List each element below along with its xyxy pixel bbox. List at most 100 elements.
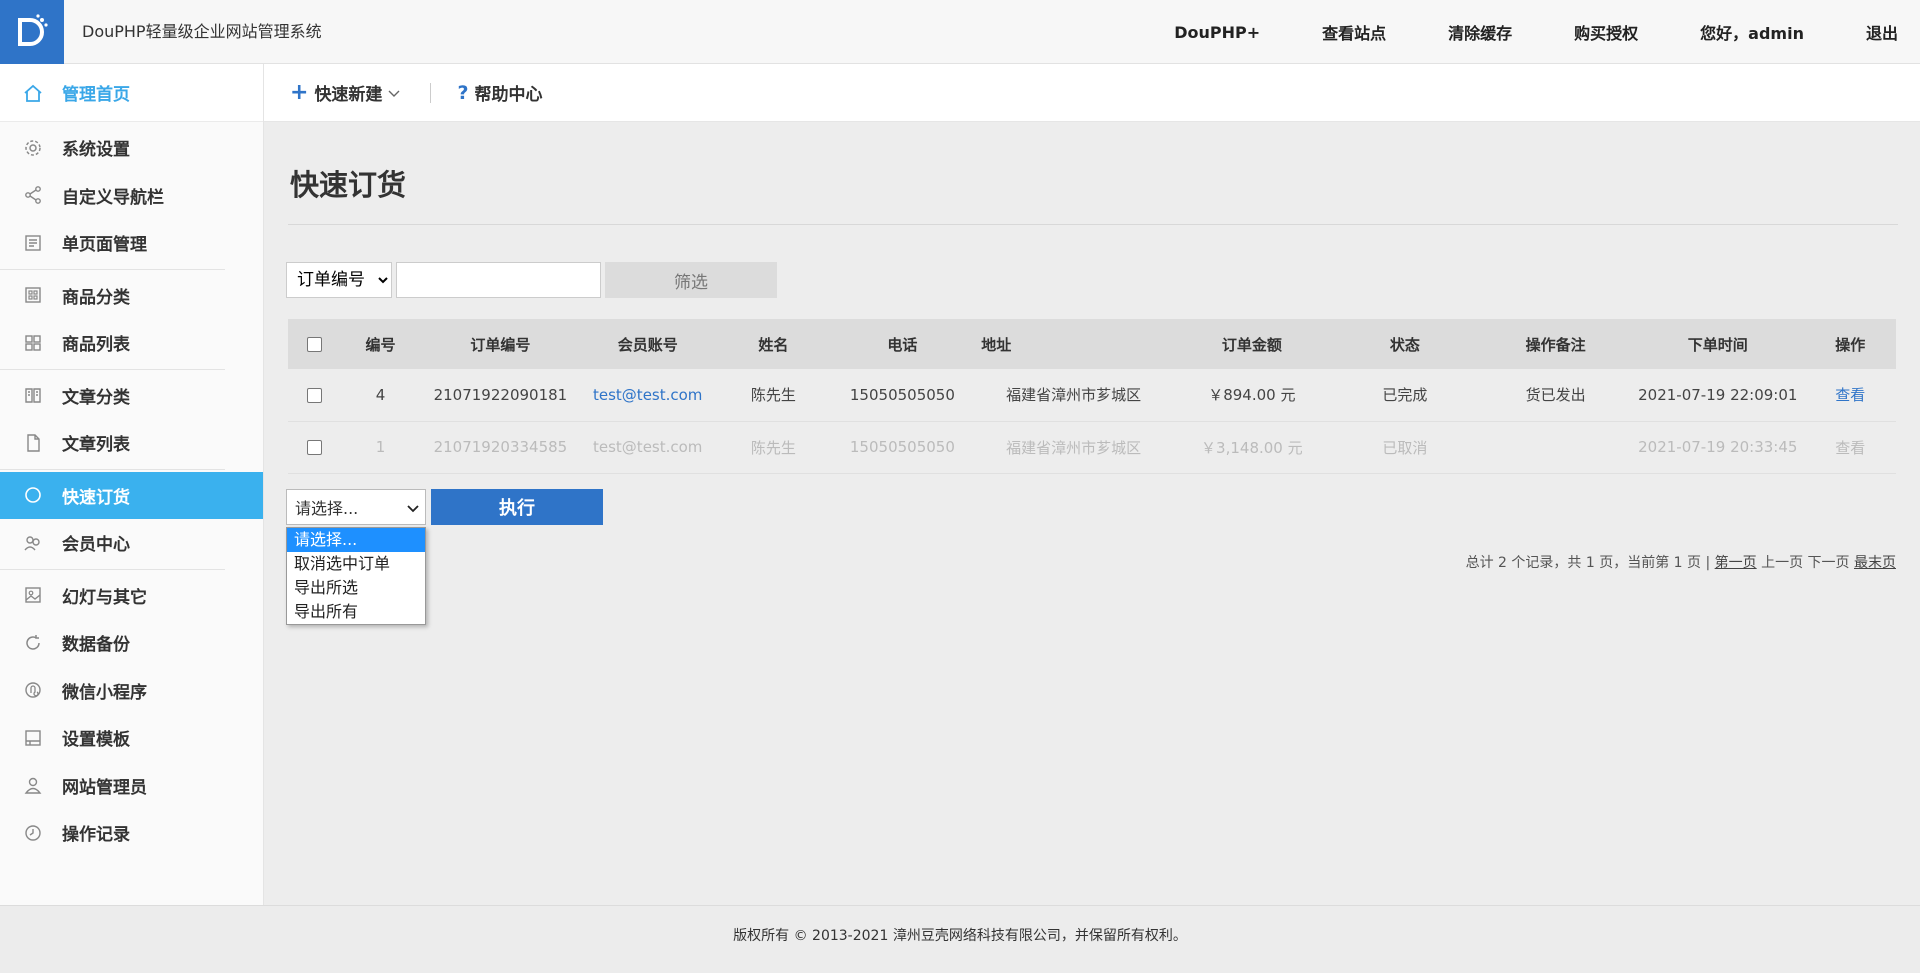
file-icon bbox=[22, 432, 44, 454]
quick-new-menu[interactable]: + 快速新建 bbox=[290, 80, 400, 105]
sidebar-item-label: 设置模板 bbox=[62, 730, 130, 751]
miniprogram-icon bbox=[22, 679, 44, 701]
sidebar-item-wechat-miniprogram[interactable]: 微信小程序 bbox=[0, 667, 225, 715]
batch-action-select[interactable]: 请选择... bbox=[286, 489, 426, 525]
filter-button[interactable]: 筛选 bbox=[605, 262, 777, 298]
template-icon bbox=[22, 727, 44, 749]
users-icon bbox=[22, 532, 44, 554]
col-amount: 订单金额 bbox=[1174, 319, 1330, 369]
cell-id: 1 bbox=[340, 421, 421, 474]
footer: 版权所有 © 2013-2021 漳州豆壳网络科技有限公司，并保留所有权利。 bbox=[0, 905, 1920, 973]
nav-douphp-plus[interactable]: DouPHP+ bbox=[1174, 23, 1260, 42]
nav-logout[interactable]: 退出 bbox=[1866, 20, 1898, 44]
cell-time: 2021-07-19 20:33:45 bbox=[1631, 421, 1805, 474]
nav-clear-cache[interactable]: 清除缓存 bbox=[1448, 20, 1512, 44]
circle-icon bbox=[22, 484, 44, 506]
cell-order-no: 21071920334585 bbox=[420, 421, 581, 474]
col-phone: 电话 bbox=[831, 319, 974, 369]
sidebar-item-article-list[interactable]: 文章列表 bbox=[0, 419, 225, 467]
row-checkbox[interactable] bbox=[306, 387, 322, 403]
cell-address: 福建省漳州市芗城区 bbox=[973, 369, 1175, 422]
table-row: 1 21071920334585 test@test.com 陈先生 15050… bbox=[288, 421, 1896, 474]
col-time: 下单时间 bbox=[1631, 319, 1805, 369]
sidebar-group-articles: 文章分类 文章列表 bbox=[0, 370, 225, 470]
select-all-checkbox[interactable] bbox=[306, 337, 322, 352]
sidebar-item-label: 操作记录 bbox=[62, 825, 130, 846]
cell-action: 查看 bbox=[1804, 369, 1896, 422]
title-divider bbox=[288, 224, 1898, 225]
col-address: 地址 bbox=[973, 319, 1175, 369]
cell-phone: 15050505050 bbox=[831, 421, 974, 474]
sidebar-item-label: 系统设置 bbox=[62, 140, 130, 161]
col-note: 操作备注 bbox=[1480, 319, 1631, 369]
cell-name: 陈先生 bbox=[715, 369, 832, 422]
cell-status: 已完成 bbox=[1329, 369, 1481, 422]
view-link[interactable]: 查看 bbox=[1835, 386, 1865, 404]
execute-button[interactable]: 执行 bbox=[431, 489, 603, 525]
batch-action-bar: 请选择... 执行 bbox=[286, 489, 603, 525]
cell-name: 陈先生 bbox=[715, 421, 832, 474]
sidebar-item-operation-log[interactable]: 操作记录 bbox=[0, 809, 225, 857]
sidebar-item-label: 数据备份 bbox=[62, 635, 130, 656]
page-title: 快速订货 bbox=[290, 168, 407, 202]
nav-buy-license[interactable]: 购买授权 bbox=[1574, 20, 1638, 44]
home-icon bbox=[22, 82, 44, 104]
dropdown-option[interactable]: 取消选中订单 bbox=[287, 552, 425, 576]
filter-keyword-input[interactable] bbox=[396, 262, 601, 298]
account-link[interactable]: test@test.com bbox=[593, 386, 702, 404]
sidebar-item-backup[interactable]: 数据备份 bbox=[0, 619, 225, 667]
pager-first-link[interactable]: 第一页 bbox=[1715, 555, 1757, 571]
help-center-link[interactable]: ? 帮助中心 bbox=[457, 80, 542, 106]
row-checkbox[interactable] bbox=[306, 440, 322, 455]
chevron-down-icon bbox=[407, 498, 419, 517]
sidebar-item-templates[interactable]: 设置模板 bbox=[0, 714, 225, 762]
sidebar-item-product-list[interactable]: 商品列表 bbox=[0, 319, 225, 367]
sidebar-item-single-page[interactable]: 单页面管理 bbox=[0, 219, 225, 267]
gear-icon bbox=[22, 137, 44, 159]
sidebar-item-quick-order[interactable]: 快速订货 bbox=[0, 471, 263, 519]
pager-last-link[interactable]: 最末页 bbox=[1854, 555, 1896, 571]
share-icon bbox=[22, 184, 44, 206]
account-link[interactable]: test@test.com bbox=[593, 438, 702, 456]
cell-note bbox=[1480, 421, 1631, 474]
sidebar-item-custom-nav[interactable]: 自定义导航栏 bbox=[0, 172, 225, 220]
cell-amount: ￥3,148.00 元 bbox=[1174, 421, 1330, 474]
sidebar-item-home[interactable]: 管理首页 bbox=[0, 64, 263, 122]
tiles-icon bbox=[22, 332, 44, 354]
sidebar-item-member-center[interactable]: 会员中心 bbox=[0, 519, 263, 567]
cell-status: 已取消 bbox=[1329, 421, 1481, 474]
sidebar-group-products: 商品分类 商品列表 bbox=[0, 270, 225, 370]
cell-address: 福建省漳州市芗城区 bbox=[973, 421, 1175, 474]
cell-account: test@test.com bbox=[580, 369, 716, 422]
row-checkbox-cell bbox=[288, 421, 341, 474]
dropdown-option[interactable]: 导出所选 bbox=[287, 576, 425, 600]
top-nav: DouPHP+ 查看站点 清除缓存 购买授权 您好，admin 退出 bbox=[1112, 0, 1898, 64]
nav-user-greeting[interactable]: 您好，admin bbox=[1700, 20, 1804, 44]
sidebar-item-site-admins[interactable]: 网站管理员 bbox=[0, 762, 225, 810]
sidebar-item-system-settings[interactable]: 系统设置 bbox=[0, 124, 225, 172]
sidebar-item-slides[interactable]: 幻灯与其它 bbox=[0, 572, 225, 620]
cell-time: 2021-07-19 22:09:01 bbox=[1631, 369, 1805, 422]
cell-phone: 15050505050 bbox=[831, 369, 974, 422]
view-link[interactable]: 查看 bbox=[1835, 439, 1865, 457]
refresh-icon bbox=[22, 632, 44, 654]
dropdown-option[interactable]: 导出所有 bbox=[287, 600, 425, 624]
app-title: DouPHP轻量级企业网站管理系统 bbox=[82, 22, 322, 41]
main-content: 快速订货 订单编号 筛选 编号 订单编号 会员账号 姓名 电话 地址 订单金额 … bbox=[264, 122, 1920, 905]
cell-note: 货已发出 bbox=[1480, 369, 1631, 422]
quick-new-label: 快速新建 bbox=[314, 85, 383, 105]
nav-view-site[interactable]: 查看站点 bbox=[1322, 20, 1386, 44]
sidebar-group-other: 幻灯与其它 数据备份 微信小程序 设置模板 网站管理员 操作记录 bbox=[0, 570, 225, 859]
filter-field-select[interactable]: 订单编号 bbox=[286, 262, 392, 298]
dropdown-option[interactable]: 请选择... bbox=[287, 528, 425, 552]
sidebar-item-label: 会员中心 bbox=[62, 535, 130, 556]
cell-account: test@test.com bbox=[580, 421, 716, 474]
cell-id: 4 bbox=[340, 369, 421, 422]
sub-toolbar: + 快速新建 ? 帮助中心 bbox=[264, 64, 1920, 122]
plus-icon: + bbox=[290, 80, 309, 105]
orders-table: 编号 订单编号 会员账号 姓名 电话 地址 订单金额 状态 操作备注 下单时间 … bbox=[288, 319, 1896, 474]
sidebar-item-product-category[interactable]: 商品分类 bbox=[0, 272, 225, 320]
sidebar-item-article-category[interactable]: 文章分类 bbox=[0, 372, 225, 420]
sidebar-group-orders: 快速订货 会员中心 bbox=[0, 470, 263, 569]
logo[interactable] bbox=[0, 0, 64, 64]
